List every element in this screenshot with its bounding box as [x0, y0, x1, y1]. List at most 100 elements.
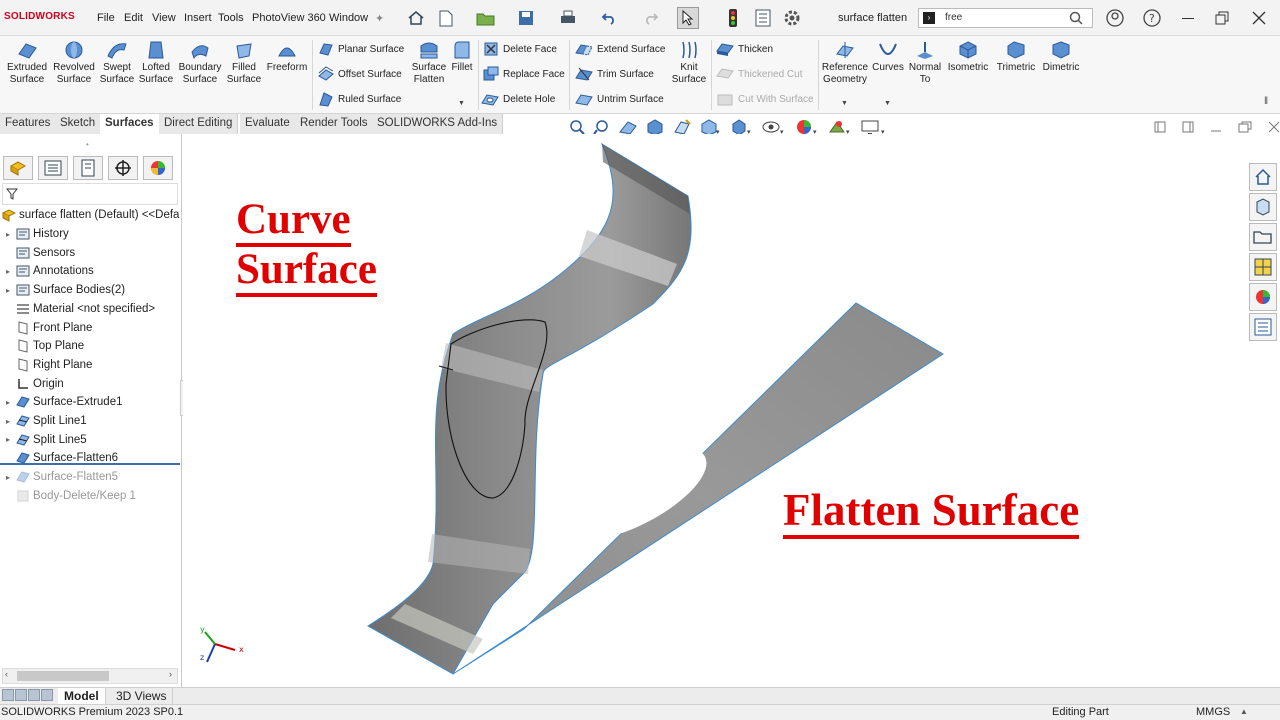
view-palette-tab[interactable]: [1249, 253, 1277, 281]
horizontal-scrollbar[interactable]: ‹ ›: [2, 668, 178, 684]
print-icon[interactable]: [557, 7, 579, 29]
tree-item[interactable]: Sensors: [0, 244, 75, 262]
restore-icon[interactable]: [1211, 7, 1233, 29]
file-explorer-tab[interactable]: [1249, 223, 1277, 251]
tab-direct-editing[interactable]: Direct Editing: [159, 114, 239, 134]
search-input[interactable]: free: [945, 12, 962, 23]
tab-model[interactable]: Model: [58, 688, 106, 704]
cut-with-surface-button[interactable]: Cut With Surface: [716, 90, 814, 108]
property-manager-tab[interactable]: [38, 156, 68, 180]
expand-arrow-icon[interactable]: ▸: [0, 230, 16, 239]
menu-tools[interactable]: Tools: [218, 12, 244, 24]
help-icon[interactable]: ?: [1141, 7, 1163, 29]
ruled-surface-button[interactable]: Ruled Surface: [318, 90, 401, 108]
freeform-button[interactable]: Freeform: [265, 40, 309, 74]
feature-manager-tab[interactable]: [3, 156, 33, 180]
filled-surface-button[interactable]: Filled Surface: [223, 40, 265, 86]
first-tab-icon[interactable]: [2, 689, 14, 701]
units-dropdown-icon[interactable]: ▲: [1240, 707, 1248, 716]
menu-edit[interactable]: Edit: [124, 12, 143, 24]
home-icon[interactable]: [405, 7, 427, 29]
tree-root[interactable]: surface flatten (Default) <<Defa: [2, 206, 179, 224]
offset-surface-button[interactable]: Offset Surface: [318, 65, 402, 83]
swept-surface-button[interactable]: Swept Surface: [96, 40, 138, 86]
tab-sketch[interactable]: Sketch: [55, 114, 102, 134]
tree-item[interactable]: Body-Delete/Keep 1: [0, 487, 136, 505]
configuration-manager-tab[interactable]: [73, 156, 103, 180]
select-cursor-icon[interactable]: [677, 7, 699, 29]
menu-insert[interactable]: Insert: [184, 12, 212, 24]
reference-geometry-button[interactable]: Reference Geometry: [820, 40, 870, 86]
save-icon[interactable]: [515, 7, 537, 29]
pin-icon[interactable]: ✦: [375, 12, 384, 25]
expand-arrow-icon[interactable]: ▸: [0, 286, 16, 295]
isometric-button[interactable]: Isometric: [944, 40, 992, 74]
menu-file[interactable]: File: [97, 12, 115, 24]
delete-hole-button[interactable]: Delete Hole: [481, 90, 555, 108]
tile-left-icon[interactable]: [1154, 121, 1166, 133]
options-gear-icon[interactable]: [781, 7, 803, 29]
knit-surface-button[interactable]: Knit Surface: [669, 40, 709, 86]
expand-arrow-icon[interactable]: ▸: [0, 267, 16, 276]
tree-item[interactable]: Material <not specified>: [0, 300, 155, 318]
scroll-thumb[interactable]: [17, 671, 109, 681]
tile-right-icon[interactable]: [1182, 121, 1194, 133]
scroll-left-icon[interactable]: ‹: [5, 669, 8, 679]
tree-item[interactable]: Origin: [0, 375, 64, 393]
doc-minimize-icon[interactable]: [1210, 121, 1222, 133]
scroll-right-icon[interactable]: ›: [169, 669, 172, 679]
untrim-surface-button[interactable]: Untrim Surface: [575, 90, 664, 108]
tree-item[interactable]: ▸ Annotations: [0, 262, 94, 280]
lofted-surface-button[interactable]: Lofted Surface: [136, 40, 176, 86]
close-icon[interactable]: [1248, 7, 1270, 29]
tree-item[interactable]: ▸ Surface-Extrude1: [0, 393, 123, 411]
surface-flatten-button[interactable]: Surface Flatten: [409, 40, 449, 86]
undo-icon[interactable]: [598, 7, 620, 29]
open-document-icon[interactable]: [475, 7, 497, 29]
solidworks-logo[interactable]: SOLIDWORKS: [4, 11, 75, 22]
tab-3d-views[interactable]: 3D Views: [110, 688, 174, 704]
tree-item[interactable]: ▸ Surface Bodies(2): [0, 281, 125, 299]
tab-solidworks-addins[interactable]: SOLIDWORKS Add-Ins: [372, 114, 504, 134]
tree-item[interactable]: Top Plane: [0, 337, 84, 355]
replace-face-button[interactable]: Replace Face: [483, 65, 565, 83]
redo-icon[interactable]: [640, 7, 662, 29]
tab-features[interactable]: Features: [0, 114, 57, 134]
search-icon[interactable]: [1069, 11, 1083, 28]
prev-tab-icon[interactable]: [15, 689, 27, 701]
tree-item[interactable]: ▸ History: [0, 225, 69, 243]
reference-geometry-dropdown-icon[interactable]: ▼: [841, 100, 848, 107]
dimetric-button[interactable]: Dimetric: [1038, 40, 1084, 74]
file-properties-icon[interactable]: [752, 7, 774, 29]
delete-face-button[interactable]: Delete Face: [483, 40, 557, 58]
panel-grip-icon[interactable]: •: [86, 140, 89, 149]
tree-item[interactable]: ▸ Surface-Flatten5: [0, 468, 118, 486]
doc-restore-icon[interactable]: [1238, 121, 1252, 133]
tab-surfaces[interactable]: Surfaces: [100, 114, 160, 134]
expand-arrow-icon[interactable]: ▸: [0, 473, 16, 482]
new-document-icon[interactable]: [435, 7, 457, 29]
tree-item[interactable]: Front Plane: [0, 319, 92, 337]
thicken-button[interactable]: Thicken: [716, 40, 773, 58]
tree-item[interactable]: ▸ Split Line5: [0, 431, 87, 449]
tab-evaluate[interactable]: Evaluate: [240, 114, 296, 134]
rebuild-icon[interactable]: [722, 7, 744, 29]
search-box[interactable]: › free: [918, 8, 1093, 28]
thickened-cut-button[interactable]: Thickened Cut: [716, 65, 802, 83]
menu-view[interactable]: View: [152, 12, 176, 24]
custom-properties-tab[interactable]: [1249, 313, 1277, 341]
extend-surface-button[interactable]: Extend Surface: [575, 40, 665, 58]
appearances-tab[interactable]: [1249, 283, 1277, 311]
curves-button[interactable]: Curves: [870, 40, 906, 74]
last-tab-icon[interactable]: [41, 689, 53, 701]
expand-arrow-icon[interactable]: ▸: [0, 398, 16, 407]
planar-surface-button[interactable]: Planar Surface: [318, 40, 404, 58]
menu-photoview[interactable]: PhotoView 360: [252, 12, 326, 24]
unit-system[interactable]: MMGS: [1196, 706, 1230, 718]
normal-to-button[interactable]: Normal To: [906, 40, 944, 86]
fillet-dropdown-icon[interactable]: ▼: [458, 100, 465, 107]
tree-filter-bar[interactable]: [2, 183, 178, 205]
trim-surface-button[interactable]: Trim Surface: [575, 65, 654, 83]
tree-item[interactable]: Right Plane: [0, 356, 92, 374]
boundary-surface-button[interactable]: Boundary Surface: [177, 40, 223, 86]
